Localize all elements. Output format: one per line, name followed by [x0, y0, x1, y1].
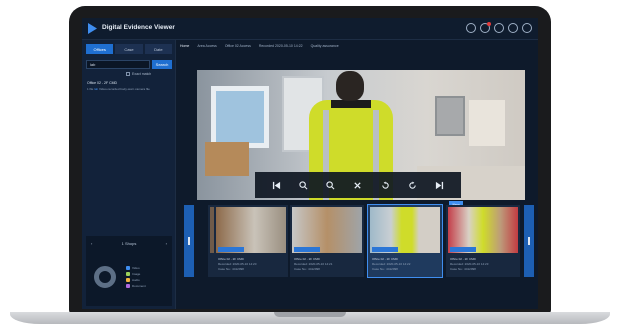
app-header: Digital Evidence Viewer	[82, 18, 538, 40]
tab-case[interactable]: Case	[115, 44, 143, 54]
sidebar: Offices Case Date Search Exact match Off…	[82, 40, 176, 309]
legend-swatch	[126, 278, 130, 282]
thumb-recorded: Recorded: 2020-05-10 14:23	[450, 262, 489, 266]
close-icon[interactable]	[351, 178, 365, 192]
sidebar-tabs: Offices Case Date	[86, 44, 172, 54]
filmstrip-thumb[interactable]: Office 02 - 2F CMD Recorded: 2020-05-10 …	[290, 205, 364, 277]
thumb-case: Case No.: 4412098	[294, 267, 320, 271]
thumb-title: Office 02 - 2F CMD	[372, 257, 398, 261]
filmstrip-thumb[interactable]: Office 02 - 2F CMD Recorded: 2020-05-10 …	[446, 205, 520, 277]
viewer-panel-shape	[435, 96, 465, 136]
viewer-box-shape	[205, 142, 249, 176]
legend-item: Audio	[126, 278, 146, 282]
exact-match-checkbox[interactable]	[126, 72, 130, 76]
stats-header: ‹ 1 Shops ›	[86, 241, 172, 246]
filmstrip-thumb-active[interactable]: Office 02 - 2F CMD Recorded: 2020-05-10 …	[367, 204, 443, 278]
result-title: Office 02 - 2F CMD	[87, 81, 118, 85]
stats-title: 1 Shops	[121, 241, 137, 246]
search-row: Search	[86, 60, 172, 69]
zoom-in-icon[interactable]	[297, 178, 311, 192]
thumb-case: Case No.: 4412098	[450, 267, 476, 271]
result-detail: 1 file lab Video-recorded body-worn came…	[87, 87, 171, 91]
breadcrumb-item[interactable]: Office 02 Access	[225, 44, 251, 48]
breadcrumb-item[interactable]: Quality assurance	[311, 44, 339, 48]
exact-match-label: Exact match	[132, 72, 152, 76]
viewer-shelf-shape	[469, 100, 505, 146]
thumb-recorded: Recorded: 2020-05-10 14:20	[218, 262, 257, 266]
breadcrumb: Home Area Access Office 02 Access Record…	[180, 44, 339, 48]
viewer-controls	[255, 172, 461, 198]
header-icons	[466, 22, 532, 33]
search-input[interactable]	[86, 60, 150, 69]
rotate-left-icon[interactable]	[378, 178, 392, 192]
thumb-title: Office 02 - 2F CMD	[450, 257, 476, 261]
breadcrumb-home[interactable]: Home	[180, 44, 189, 48]
settings-icon[interactable]	[508, 23, 518, 33]
result-highlight: lab	[94, 87, 99, 91]
screen: Digital Evidence Viewer Offices Case Dat…	[82, 18, 538, 309]
thumb-case: Case No.: 4412098	[372, 267, 398, 271]
rotate-right-icon[interactable]	[405, 178, 419, 192]
breadcrumb-item[interactable]: Area Access	[197, 44, 216, 48]
thumb-case: Case No.: 4412098	[218, 267, 244, 271]
tab-offices[interactable]: Offices	[86, 44, 114, 54]
tab-date[interactable]: Date	[144, 44, 172, 54]
legend-swatch	[126, 272, 130, 276]
power-icon[interactable]	[522, 23, 532, 33]
result-count: 1 file	[87, 87, 94, 91]
search-result[interactable]: Office 02 - 2F CMD 1 file lab Video-reco…	[87, 81, 171, 91]
legend-swatch	[126, 284, 130, 288]
exact-match-option[interactable]: Exact match	[126, 72, 151, 76]
notification-icon[interactable]	[480, 22, 491, 33]
viewer-person-head	[336, 71, 364, 101]
filmstrip-next-button[interactable]	[524, 205, 534, 277]
user-icon[interactable]	[466, 23, 476, 33]
next-icon[interactable]: ›	[166, 241, 167, 246]
app-logo-icon	[88, 23, 97, 34]
legend-swatch	[126, 266, 130, 270]
legend-item: Document	[126, 284, 146, 288]
notification-badge	[487, 22, 491, 26]
legend-label: Video	[132, 266, 140, 270]
thumb-title: Office 02 - 2F CMD	[218, 257, 244, 261]
result-description: Video-recorded body-worn camera file	[99, 87, 150, 91]
filmstrip-thumb[interactable]: Office 02 - 2F CMD Recorded: 2020-05-10 …	[214, 205, 288, 277]
legend-item: Image	[126, 272, 146, 276]
stats-panel: ‹ 1 Shops › Video Image Audio Document	[86, 236, 172, 306]
legend-label: Audio	[132, 278, 140, 282]
viewer-collar-shape	[331, 100, 371, 108]
filmstrip-prev-button[interactable]	[184, 205, 194, 277]
breadcrumb-item[interactable]: Recorded 2020-05-10 14:22	[259, 44, 303, 48]
legend-item: Video	[126, 266, 146, 270]
prev-icon[interactable]: ‹	[91, 241, 92, 246]
search-button[interactable]: Search	[152, 60, 172, 69]
legend-label: Image	[132, 272, 141, 276]
thumb-recorded: Recorded: 2020-05-10 14:21	[294, 262, 333, 266]
laptop-notch	[274, 312, 346, 317]
zoom-out-icon[interactable]	[324, 178, 338, 192]
thumb-title: Office 02 - 2F CMD	[294, 257, 320, 261]
thumb-tag	[372, 247, 398, 252]
thumb-recorded: Recorded: 2020-05-10 14:22	[372, 262, 411, 266]
skip-back-icon[interactable]	[270, 178, 284, 192]
help-icon[interactable]	[494, 23, 504, 33]
skip-forward-icon[interactable]	[432, 178, 446, 192]
viewer-window-shape	[211, 86, 269, 148]
stats-legend: Video Image Audio Document	[126, 266, 146, 290]
thumb-tag	[450, 247, 476, 252]
thumb-tag	[218, 247, 244, 252]
donut-chart	[94, 266, 116, 288]
thumb-tag	[294, 247, 320, 252]
app-title: Digital Evidence Viewer	[102, 24, 175, 31]
legend-label: Document	[132, 284, 146, 288]
